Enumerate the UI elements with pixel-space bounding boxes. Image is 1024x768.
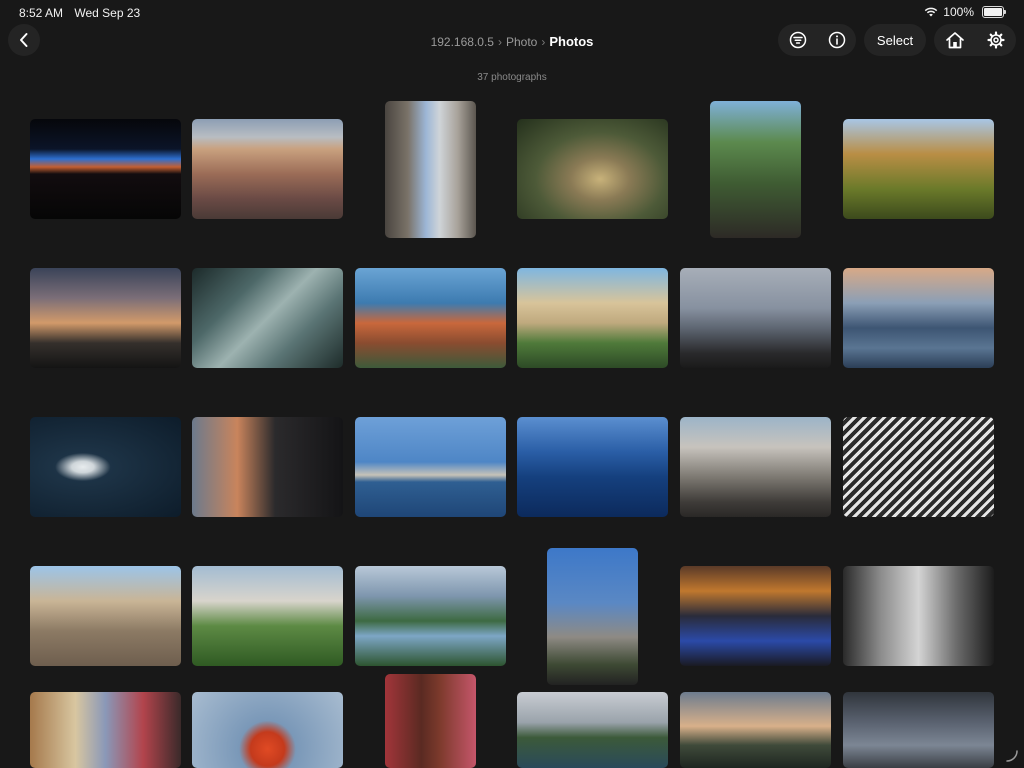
photo-thumbnail-palm-sunset[interactable] [30,268,181,368]
photo-thumbnail-fish-market[interactable] [192,268,343,368]
photo-thumbnail-terrace-trees[interactable] [710,101,801,238]
photo-thumbnail-lifebuoy[interactable] [192,692,343,768]
photo-thumbnail-red-door[interactable] [385,674,476,768]
photo-thumbnail-horizon-night[interactable] [30,119,181,219]
photo-thumbnail-modern-complex[interactable] [680,417,831,517]
photo-thumbnail-hotel-lobby[interactable] [680,566,831,666]
photo-thumbnail-blue-sea[interactable] [517,417,668,517]
photo-thumbnail-tree-canopy[interactable] [843,119,994,219]
photo-grid [0,0,1024,768]
photo-thumbnail-neuschwanstein[interactable] [192,566,343,666]
photo-thumbnail-bw-interior[interactable] [843,566,994,666]
photo-thumbnail-village-street[interactable] [30,566,181,666]
photo-thumbnail-couple-lake[interactable] [680,268,831,368]
photo-thumbnail-city-rooftops[interactable] [192,119,343,219]
photo-thumbnail-cliff-sunset[interactable] [680,692,831,768]
photo-thumbnail-lake-promenade[interactable] [843,268,994,368]
photo-thumbnail-sea-cliffs[interactable] [517,692,668,768]
photo-thumbnail-peacock[interactable] [517,119,668,219]
photo-thumbnail-stormy-sky[interactable] [843,692,994,768]
photo-thumbnail-alpine-lake[interactable] [355,566,506,666]
photo-thumbnail-festive-street[interactable] [30,692,181,768]
photo-thumbnail-dark-building-dusk[interactable] [192,417,343,517]
photo-thumbnail-skyscrapers[interactable] [547,548,638,685]
photo-thumbnail-narrow-street[interactable] [385,101,476,238]
photo-thumbnail-lake-fountain[interactable] [355,417,506,517]
photo-thumbnail-bw-pattern[interactable] [843,417,994,517]
photo-thumbnail-swan[interactable] [30,417,181,517]
photo-thumbnail-villa-garden[interactable] [517,268,668,368]
photo-thumbnail-coastal-cliffs[interactable] [355,268,506,368]
resize-handle-icon [1006,750,1018,762]
